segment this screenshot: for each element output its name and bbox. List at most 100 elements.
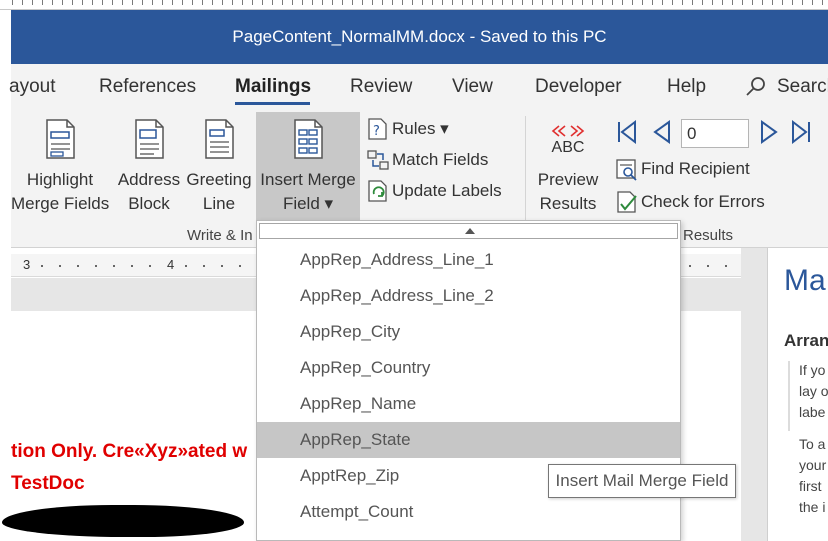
ruler-tick: [32, 0, 33, 5]
next-record-icon[interactable]: [757, 120, 781, 144]
scroll-up-button[interactable]: [259, 223, 678, 239]
ruler-dot: [689, 265, 691, 267]
ruler-tick: [242, 0, 243, 5]
tab-mailings[interactable]: Mailings: [235, 76, 311, 98]
record-number-input[interactable]: 0: [681, 119, 749, 148]
update-labels-button[interactable]: Update Labels: [366, 177, 502, 205]
ruler-tick: [592, 0, 593, 5]
ruler-tick: [522, 0, 523, 5]
greeting-line-button[interactable]: Greeting Line: [184, 112, 254, 222]
merge-field-item[interactable]: AppRep_Name: [257, 386, 680, 422]
ruler-tick: [482, 0, 483, 5]
search-icon[interactable]: [745, 75, 767, 97]
ruler-tick: [502, 0, 503, 5]
tab-help[interactable]: Help: [667, 76, 706, 98]
ruler-tick: [182, 0, 183, 5]
merge-field-item[interactable]: AppRep_Address_Line_2: [257, 278, 680, 314]
preview-results-button[interactable]: ABC Preview Results: [533, 112, 603, 222]
merge-field-item[interactable]: AppRep_Address_Line_1: [257, 242, 680, 278]
ruler-dot: [113, 265, 115, 267]
document-text-line-2[interactable]: TestDoc: [11, 473, 85, 495]
ruler-dot: [59, 265, 61, 267]
ruler-tick: [772, 0, 773, 5]
ruler-dot: [725, 265, 727, 267]
ruler-tick: [462, 0, 463, 5]
ruler-tick: [102, 0, 103, 5]
ruler-tick: [132, 0, 133, 5]
merge-field-item[interactable]: Attempt_Count: [257, 494, 680, 530]
ruler-tick: [582, 0, 583, 5]
merge-field-item[interactable]: AppRep_City: [257, 314, 680, 350]
document-text-line-1[interactable]: tion Only. Cre«Xyz»ated w: [11, 441, 247, 463]
pane-text-line: If yo: [799, 362, 826, 378]
ruler-tick: [272, 0, 273, 5]
ruler-tick: [812, 0, 813, 5]
find-recipient-button[interactable]: Find Recipient: [615, 155, 750, 183]
pane-subtitle: Arran: [784, 331, 828, 350]
ruler-tick: [62, 0, 63, 5]
last-record-icon[interactable]: [789, 120, 813, 144]
ruler-tick: [442, 0, 443, 5]
highlight-merge-fields-button[interactable]: Highlight Merge Fields: [11, 112, 109, 222]
pane-title: Ma: [784, 264, 826, 297]
ruler-tick: [722, 0, 723, 5]
search-label[interactable]: Search: [777, 76, 828, 98]
tab-layout[interactable]: ayout: [9, 76, 55, 98]
preview-label-2: Results: [539, 194, 597, 213]
pane-gap: [741, 248, 767, 541]
check-errors-button[interactable]: Check for Errors: [615, 188, 765, 216]
mail-merge-pane: Ma Arran If yo lay o labe To a your firs…: [767, 248, 828, 541]
ruler-tick: [492, 0, 493, 5]
ruler-tick: [212, 0, 213, 5]
update-labels-icon: [368, 180, 387, 202]
ruler-tick: [712, 0, 713, 5]
ruler-tick: [612, 0, 613, 5]
ruler-dot: [239, 265, 241, 267]
ruler-tick: [762, 0, 763, 5]
ruler-tick: [52, 0, 53, 5]
first-record-icon[interactable]: [615, 120, 639, 144]
merge-field-item[interactable]: AppRep_Country: [257, 350, 680, 386]
tab-view[interactable]: View: [452, 76, 493, 98]
ruler-tick: [802, 0, 803, 5]
ruler-tick: [162, 0, 163, 5]
merge-field-item-highlighted[interactable]: AppRep_State: [257, 422, 680, 458]
insert-merge-field-button[interactable]: Insert Merge Field ▾: [256, 112, 360, 222]
ruler-tick: [22, 0, 23, 5]
ruler-tick: [332, 0, 333, 5]
greeting-line-icon: [205, 119, 234, 159]
ruler-tick: [172, 0, 173, 5]
ruler-tick: [112, 0, 113, 5]
ruler-tick: [222, 0, 223, 5]
address-block-button[interactable]: Address Block: [114, 112, 184, 222]
tab-review[interactable]: Review: [350, 76, 412, 98]
ruler-tick: [662, 0, 663, 5]
update-labels-label: Update Labels: [392, 181, 502, 200]
address-block-icon: [135, 119, 164, 159]
check-errors-label: Check for Errors: [641, 192, 765, 211]
match-fields-button[interactable]: Match Fields: [366, 146, 488, 174]
ruler-tick: [602, 0, 603, 5]
pane-text-line: first: [799, 478, 822, 494]
tab-references[interactable]: References: [99, 76, 196, 98]
rules-icon: ?: [368, 118, 387, 140]
ruler-dot: [221, 265, 223, 267]
ruler-tick: [742, 0, 743, 5]
pane-text-line: the i: [799, 499, 826, 515]
tab-developer[interactable]: Developer: [535, 76, 622, 98]
ruler-tick: [322, 0, 323, 5]
previous-record-icon[interactable]: [650, 120, 674, 144]
ruler-number-3: 3: [23, 257, 31, 272]
ruler-tick: [72, 0, 73, 5]
pane-text-line: lay o: [799, 383, 828, 399]
rules-button[interactable]: ? Rules ▾: [366, 115, 449, 143]
match-fields-label: Match Fields: [392, 150, 489, 169]
ruler-tick: [632, 0, 633, 5]
address-label-1: Address: [117, 170, 181, 189]
ruler-tick: [422, 0, 423, 5]
ruler-tick: [302, 0, 303, 5]
ruler-tick: [412, 0, 413, 5]
preview-abc-text: ABC: [551, 139, 585, 156]
ruler-tick: [262, 0, 263, 5]
active-tab-underline: [235, 102, 310, 105]
